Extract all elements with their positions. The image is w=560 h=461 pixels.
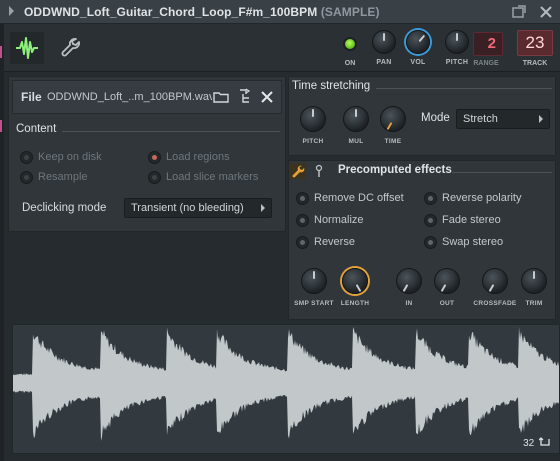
load-regions-label: Load regions [166, 151, 230, 163]
reverse-polarity-option[interactable]: Reverse polarity [424, 191, 544, 207]
normalize-label: Normalize [314, 214, 364, 226]
toolbar: ON PAN VOL PITCH 2 RANGE 23 TRACK [4, 24, 560, 72]
trim-label: TRIM [525, 300, 543, 307]
on-label: ON [344, 60, 356, 67]
reverse-label: Reverse [314, 236, 355, 248]
pan-label: PAN [376, 59, 392, 66]
clear-file-icon[interactable] [257, 87, 277, 107]
sample-start-knob[interactable]: SMP START [294, 268, 334, 312]
load-regions-option[interactable]: Load regions [148, 150, 268, 166]
stretch-mul-knob[interactable]: MUL [341, 106, 371, 150]
swap-stereo-label: Swap stereo [442, 236, 504, 248]
declicking-mode-label: Declicking mode [22, 202, 107, 214]
waveform-footer: 32 [523, 437, 551, 449]
fade-out-label: OUT [439, 300, 455, 307]
track-label: TRACK [522, 60, 548, 67]
reverse-polarity-label: Reverse polarity [442, 192, 522, 204]
track-number[interactable]: 23 [517, 30, 553, 56]
close-icon[interactable] [538, 4, 554, 20]
file-name: ODDWND_Loft_..m_100BPM.wav [47, 91, 212, 103]
waveform-icon [16, 37, 38, 59]
swap-stereo-option[interactable]: Swap stereo [424, 235, 544, 251]
keep-on-disk-label: Keep on disk [38, 151, 102, 163]
waveform-tab-button[interactable] [10, 32, 44, 64]
wrench-icon [61, 38, 80, 57]
edge-marker [0, 46, 2, 58]
loop-icon[interactable] [538, 437, 551, 447]
stretch-time-knob[interactable]: TIME [378, 106, 408, 150]
pan-knob[interactable]: PAN [367, 30, 401, 70]
effects-divider [452, 172, 552, 173]
stretch-time-label: TIME [384, 138, 402, 145]
remove-dc-offset-option[interactable]: Remove DC offset [296, 191, 416, 207]
load-slice-markers-option[interactable]: Load slice markers [148, 170, 278, 186]
length-knob[interactable]: LENGTH [340, 268, 370, 312]
locate-file-icon[interactable] [235, 87, 255, 107]
fade-in-knob[interactable]: IN [394, 268, 424, 312]
window-menu-arrow-icon[interactable] [9, 6, 14, 16]
precomputed-effects-heading: Precomputed effects [338, 164, 452, 176]
zoom-value: 32 [523, 438, 535, 449]
tools-tab-button[interactable] [54, 32, 88, 64]
mode-label: Mode [421, 112, 450, 124]
waveform-graphic [13, 326, 559, 441]
time-stretching-divider [376, 88, 552, 89]
declicking-mode-select[interactable]: Transient (no bleeding) [124, 198, 272, 218]
window-title: ODDWND_Loft_Guitar_Chord_Loop_F#m_100BPM… [24, 5, 380, 19]
waveform-display[interactable]: 32 [12, 324, 560, 454]
vol-label: VOL [410, 59, 426, 66]
left-edge [0, 24, 4, 461]
length-label: LENGTH [340, 300, 370, 307]
resample-option[interactable]: Resample [20, 170, 140, 186]
keep-on-disk-option[interactable]: Keep on disk [20, 150, 140, 166]
info-icon[interactable] [313, 164, 325, 178]
crossfade-knob[interactable]: CROSSFADE [473, 268, 516, 312]
sample-filename: ODDWND_Loft_Guitar_Chord_Loop_F#m_100BPM [24, 5, 318, 19]
file-row: File ODDWND_Loft_..m_100BPM.wav [12, 80, 282, 114]
fade-out-knob[interactable]: OUT [432, 268, 462, 312]
sample-tag: (SAMPLE) [320, 5, 380, 19]
time-stretching-heading: Time stretching [292, 80, 371, 92]
trim-knob[interactable]: TRIM [519, 268, 549, 312]
range-value[interactable]: 2 [473, 32, 503, 56]
declicking-mode-value: Transient (no bleeding) [131, 202, 244, 214]
content-heading: Content [16, 123, 57, 135]
reverse-option[interactable]: Reverse [296, 235, 416, 251]
edge-marker [0, 120, 2, 132]
fade-stereo-option[interactable]: Fade stereo [424, 213, 544, 229]
content-divider [62, 131, 280, 132]
vol-knob[interactable]: VOL [401, 30, 435, 70]
open-folder-icon[interactable] [211, 87, 231, 107]
on-toggle[interactable] [343, 37, 357, 51]
load-slice-markers-label: Load slice markers [166, 171, 259, 183]
chevron-right-icon [539, 115, 543, 123]
waveform-shape [13, 326, 559, 441]
stretch-pitch-knob[interactable]: PITCH [298, 106, 328, 150]
fade-stereo-label: Fade stereo [442, 214, 501, 226]
title-bar[interactable]: ODDWND_Loft_Guitar_Chord_Loop_F#m_100BPM… [0, 0, 560, 24]
range-label: RANGE [473, 60, 499, 67]
file-label: File [21, 90, 42, 104]
wrench-icon[interactable] [290, 163, 306, 179]
stretch-mode-value: Stretch [463, 113, 498, 125]
normalize-option[interactable]: Normalize [296, 213, 416, 229]
chevron-right-icon [261, 204, 265, 212]
stretch-mode-select[interactable]: Stretch [456, 109, 550, 129]
resample-label: Resample [38, 171, 88, 183]
remove-dc-offset-label: Remove DC offset [314, 192, 404, 204]
detach-icon[interactable] [511, 4, 527, 20]
